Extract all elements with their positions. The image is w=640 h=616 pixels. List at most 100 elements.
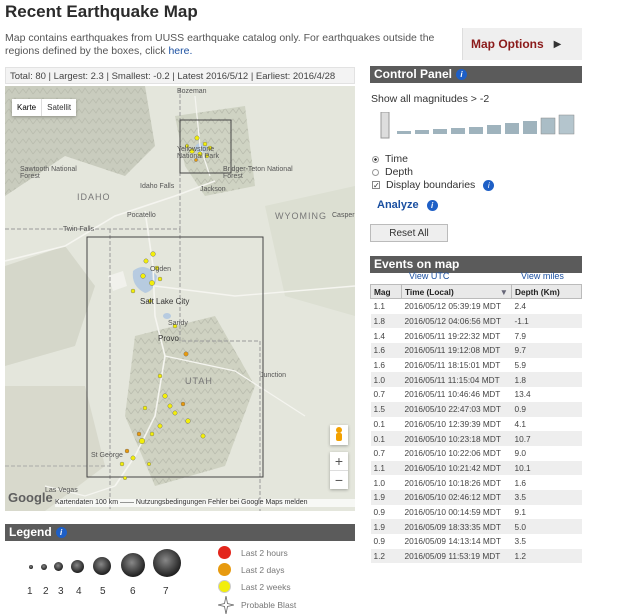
row-mag: 1.5 [370, 401, 402, 417]
depth-radio[interactable] [372, 168, 379, 176]
table-row[interactable]: 1.4 2016/05/11 19:22:32 MDT 7.9 [371, 328, 582, 343]
map-label-wyoming: WYOMING [275, 211, 327, 221]
time-radio[interactable] [372, 155, 379, 163]
row-mag: 1.6 [370, 343, 402, 358]
legend-age-label: Last 2 weeks [241, 581, 291, 592]
view-utc-link[interactable]: View UTC [409, 271, 449, 281]
table-row[interactable]: 1.1 2016/05/10 10:21:42 MDT 10.1 [370, 460, 582, 476]
map-label-twin-falls: Twin Falls [63, 226, 95, 233]
other-regions-link[interactable]: here. [168, 45, 192, 57]
table-row[interactable]: 0.9 2016/05/09 14:13:14 MDT 3.5 [371, 534, 582, 549]
boundaries-checkbox[interactable]: ✓ [372, 181, 380, 190]
pegman-icon[interactable] [330, 425, 348, 445]
map-label-jackson: Jackson [200, 186, 226, 193]
legend-last-2-hours: Last 2 hours [218, 546, 288, 559]
legend-size-dot [29, 565, 33, 569]
row-depth: 9.0 [514, 448, 527, 459]
sort-desc-icon: ▼ [499, 286, 508, 297]
earthquake-map[interactable]: Bozeman Yellowstone National Park Jackso… [5, 86, 355, 511]
table-row[interactable]: 0.9 2016/05/10 00:14:59 MDT 9.1 [371, 505, 582, 520]
row-depth: 0.9 [511, 401, 582, 417]
map-label-sawtooth: Sawtooth National Forest [20, 166, 77, 180]
row-time: 2016/05/10 10:21:42 MDT [401, 460, 512, 476]
table-row[interactable]: 1.0 2016/05/11 11:15:04 MDT 1.8 [370, 372, 582, 388]
reset-all-button[interactable]: Reset All [370, 224, 448, 242]
events-header-row: Mag Time (Local) ▼ Depth (Km) [370, 284, 582, 299]
legend-size-dot [54, 562, 63, 571]
magnitude-slider[interactable] [377, 112, 577, 142]
row-mag: 1.9 [370, 489, 402, 505]
intro-body: Map contains earthquakes from UUSS earth… [5, 32, 435, 57]
boundaries-info-icon[interactable]: i [483, 179, 495, 191]
table-row[interactable]: 1.6 2016/05/11 18:15:01 MDT 5.9 [371, 358, 582, 373]
legend-size-label: 4 [76, 586, 82, 597]
legend-age-label: Last 2 days [241, 564, 285, 575]
table-row[interactable]: 1.6 2016/05/11 19:12:08 MDT 9.7 [370, 343, 582, 358]
row-mag: 0.7 [373, 389, 386, 400]
legend-size-dot [71, 560, 84, 573]
map-options-button[interactable]: Map Options ▶ [462, 28, 582, 60]
zoom-out-button[interactable]: − [330, 470, 348, 489]
analyze-link[interactable]: Analyze i [377, 199, 438, 211]
table-row[interactable]: 1.9 2016/05/09 18:33:35 MDT 5.0 [370, 519, 582, 534]
zoom-control: + − [330, 452, 348, 489]
row-mag: 1.0 [373, 477, 386, 488]
row-time: 2016/05/10 10:18:26 MDT [404, 477, 501, 488]
option-time[interactable]: Time [372, 153, 408, 165]
map-label-idaho: IDAHO [77, 192, 111, 202]
row-time: 2016/05/10 10:23:18 MDT [401, 431, 512, 446]
table-row[interactable]: 0.7 2016/05/10 10:22:06 MDT 9.0 [371, 446, 582, 461]
row-time: 2016/05/11 19:12:08 MDT [401, 343, 512, 358]
col-depth[interactable]: Depth (Km) [511, 284, 582, 299]
map-type-karte[interactable]: Karte [12, 99, 43, 116]
legend-size-dot [41, 564, 47, 570]
col-mag[interactable]: Mag [370, 284, 402, 299]
row-mag: 0.9 [373, 536, 386, 547]
table-row[interactable]: 0.7 2016/05/11 10:46:46 MDT 13.4 [371, 387, 582, 402]
magnitude-label: Show all magnitudes > -2 [371, 93, 490, 105]
table-row[interactable]: 1.2 2016/05/09 11:53:19 MDT 1.2 [370, 548, 582, 564]
row-depth: 1.2 [511, 548, 582, 564]
col-time[interactable]: Time (Local) ▼ [401, 284, 512, 299]
orange-dot-icon [218, 563, 231, 576]
info-icon[interactable]: i [456, 69, 468, 81]
view-miles-link[interactable]: View miles [521, 271, 564, 281]
row-depth: 2.4 [514, 301, 527, 312]
table-row[interactable]: 0.1 2016/05/10 10:23:18 MDT 10.7 [370, 431, 582, 446]
control-panel-title: Control Panel [374, 67, 453, 81]
option-boundaries[interactable]: ✓ Display boundaries i [372, 179, 495, 191]
legend-size-scale [25, 548, 215, 608]
map-label-provo: Provo [158, 334, 179, 343]
legend-probable-blast: Probable Blast [218, 596, 296, 614]
table-row[interactable]: 1.0 2016/05/10 10:18:26 MDT 1.6 [371, 475, 582, 490]
legend-info-icon[interactable]: i [55, 527, 67, 539]
row-depth: 13.4 [514, 389, 531, 400]
legend-size-dot [121, 553, 145, 577]
row-depth: 5.9 [514, 360, 527, 371]
legend-size-label: 5 [100, 586, 106, 597]
row-mag: 1.1 [370, 460, 402, 476]
row-time: 2016/05/11 19:22:32 MDT [404, 330, 501, 341]
row-depth: 9.7 [511, 343, 582, 358]
table-row[interactable]: 1.5 2016/05/10 22:47:03 MDT 0.9 [370, 401, 582, 417]
option-depth[interactable]: Depth [372, 166, 413, 178]
table-row[interactable]: 1.8 2016/05/12 04:06:56 MDT -1.1 [370, 313, 582, 329]
row-time: 2016/05/10 10:22:06 MDT [404, 448, 501, 459]
row-time: 2016/05/12 04:06:56 MDT [401, 313, 512, 329]
col-time-label: Time (Local) [405, 286, 454, 297]
row-time: 2016/05/10 12:39:39 MDT [404, 418, 501, 429]
map-label-pocatello: Pocatello [127, 212, 156, 219]
analyze-info-icon[interactable]: i [426, 199, 438, 211]
table-row[interactable]: 1.9 2016/05/10 02:46:12 MDT 3.5 [370, 489, 582, 505]
map-label-casper: Casper [332, 212, 355, 219]
table-row[interactable]: 0.1 2016/05/10 12:39:39 MDT 4.1 [371, 417, 582, 432]
zoom-in-button[interactable]: + [330, 452, 348, 470]
slider-handle[interactable] [380, 112, 390, 139]
map-label-idaho-falls: Idaho Falls [140, 183, 175, 190]
row-mag: 1.9 [370, 519, 402, 534]
map-type-satellit[interactable]: Satellit [42, 99, 76, 116]
map-label-st-george: St George [91, 452, 123, 459]
map-label-sandy: Sandy [168, 320, 188, 327]
stats-bar: Total: 80 | Largest: 2.3 | Smallest: -0.… [5, 67, 355, 84]
table-row[interactable]: 1.1 2016/05/12 05:39:19 MDT 2.4 [371, 299, 582, 314]
